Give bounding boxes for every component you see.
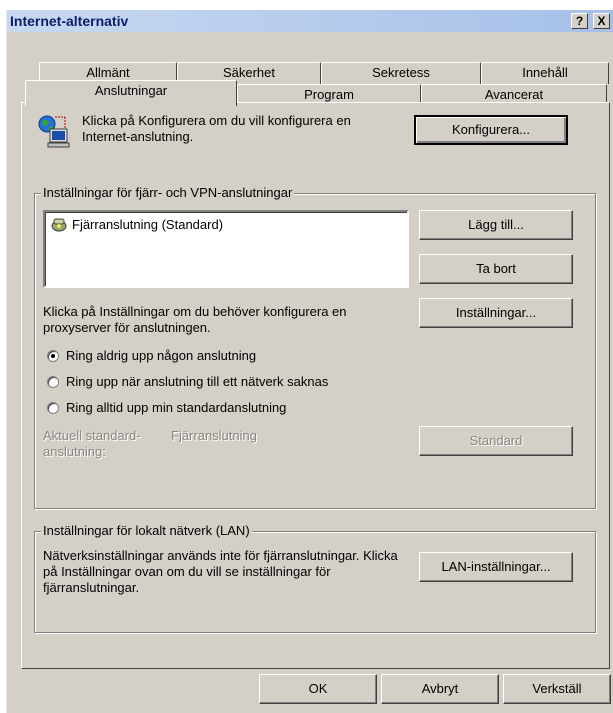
set-default-button[interactable]: Standard <box>419 426 573 456</box>
radio-dial-when-no-network[interactable]: Ring upp när anslutning till ett nätverk… <box>47 374 328 389</box>
radio-button[interactable] <box>47 375 59 388</box>
cancel-button[interactable]: Avbryt <box>381 674 499 704</box>
settings-button[interactable]: Inställningar... <box>419 298 573 328</box>
tab-innehall[interactable]: Innehåll <box>481 62 609 84</box>
lan-settings-button[interactable]: LAN-inställningar... <box>419 552 573 582</box>
lan-group-legend: Inställningar för lokalt nätverk (LAN) <box>41 523 252 539</box>
lan-group: Inställningar för lokalt nätverk (LAN) N… <box>34 523 596 633</box>
radio-never-dial[interactable]: Ring aldrig upp någon anslutning <box>47 348 256 363</box>
radio-always-dial[interactable]: Ring alltid upp min standardanslutning <box>47 400 286 415</box>
network-computer-icon <box>36 113 74 151</box>
dialup-group-legend: Inställningar för fjärr- och VPN-anslutn… <box>41 185 295 201</box>
phone-connection-icon <box>51 216 67 232</box>
dialup-vpn-group: Inställningar för fjärr- och VPN-anslutn… <box>34 185 596 509</box>
proxy-description: Klicka på Inställningar om du behöver ko… <box>43 304 347 335</box>
tab-sekretess[interactable]: Sekretess <box>321 62 481 84</box>
connections-panel: Klicka på Konfigurera om du vill konfigu… <box>21 102 610 669</box>
list-item[interactable]: Fjärranslutning (Standard) <box>51 216 223 232</box>
ok-button[interactable]: OK <box>259 674 377 704</box>
radio-button[interactable] <box>47 401 59 414</box>
add-connection-button[interactable]: Lägg till... <box>419 210 573 240</box>
radio-label: Ring alltid upp min standardanslutning <box>66 400 287 415</box>
window-title: Internet-alternativ <box>10 13 129 29</box>
default-connection-label: Aktuell standard-anslutning: <box>43 428 141 459</box>
title-bar[interactable]: Internet-alternativ ? X <box>7 10 613 32</box>
remove-connection-button[interactable]: Ta bort <box>419 254 573 284</box>
help-button[interactable]: ? <box>571 13 588 29</box>
configure-button[interactable]: Konfigurera... <box>414 115 568 145</box>
setup-description: Klicka på Konfigurera om du vill konfigu… <box>82 113 351 144</box>
default-connection-value: Fjärranslutning <box>171 428 257 443</box>
apply-button[interactable]: Verkställ <box>503 674 611 704</box>
internet-options-dialog: Internet-alternativ ? X Allmänt Säkerhet… <box>6 10 613 713</box>
tab-anslutningar[interactable]: Anslutningar <box>25 80 237 106</box>
radio-button[interactable] <box>47 349 59 362</box>
lan-description: Nätverksinställningar används inte för f… <box>43 548 398 595</box>
connection-name: Fjärranslutning (Standard) <box>72 216 224 232</box>
radio-label: Ring upp när anslutning till ett nätverk… <box>66 374 329 389</box>
connections-listbox[interactable]: Fjärranslutning (Standard) <box>43 210 409 288</box>
close-button[interactable]: X <box>593 13 610 29</box>
radio-label: Ring aldrig upp någon anslutning <box>66 348 257 363</box>
